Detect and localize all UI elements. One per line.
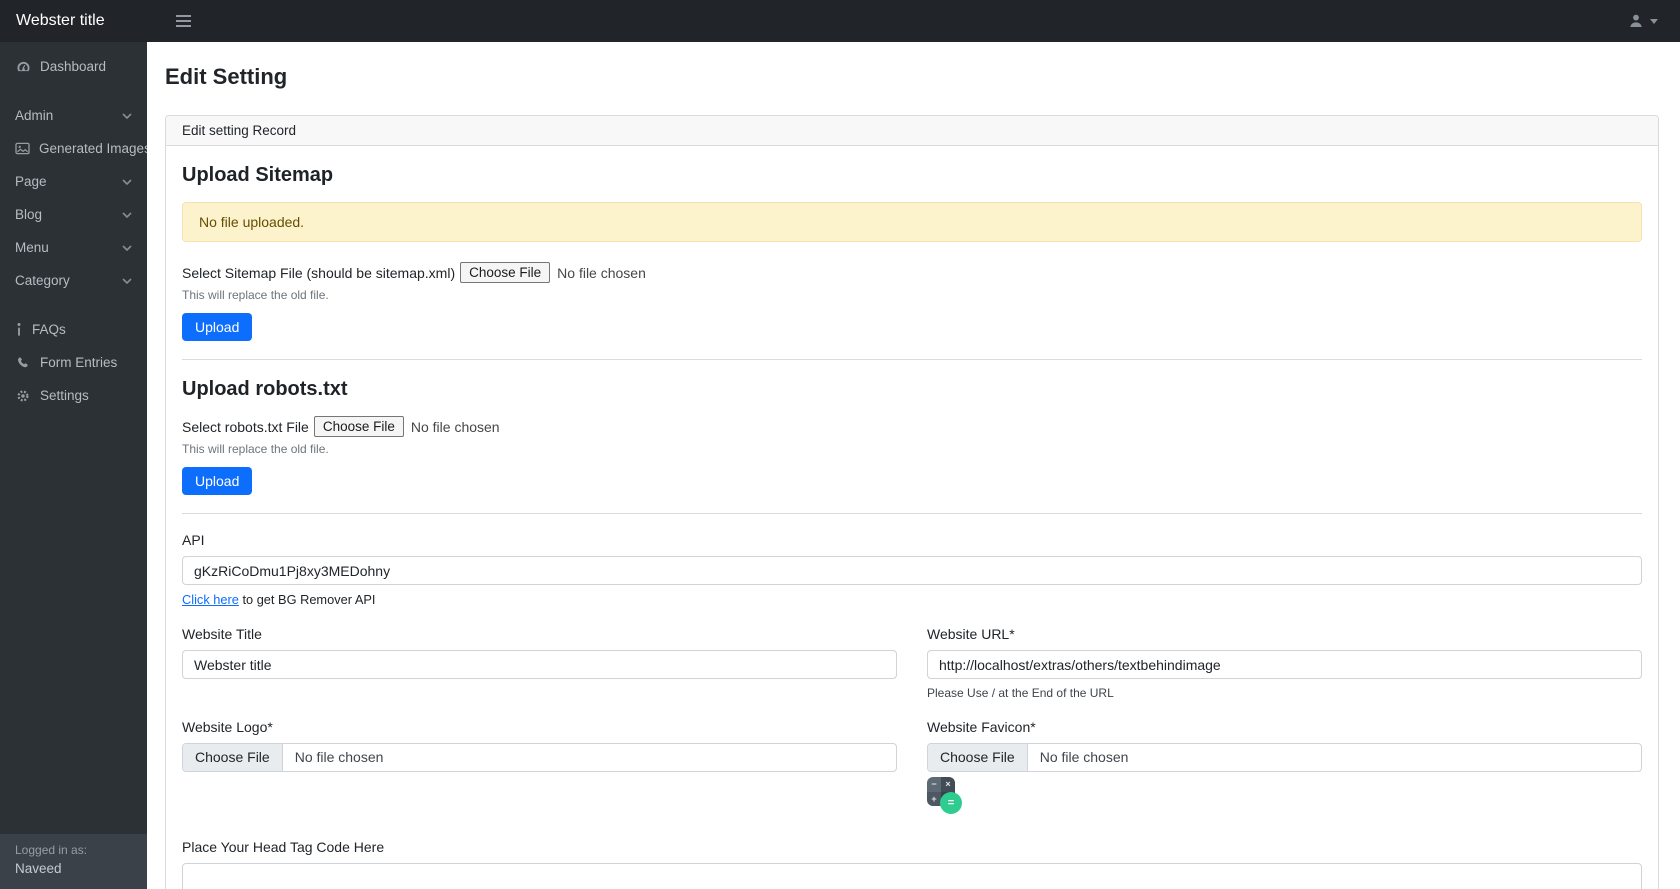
no-file-alert: No file uploaded. bbox=[182, 202, 1642, 242]
card-header: Edit setting Record bbox=[166, 116, 1658, 146]
file-chosen-status: No file chosen bbox=[1028, 744, 1141, 771]
choose-file-button[interactable]: Choose File bbox=[314, 416, 404, 437]
sidebar-item-label: Admin bbox=[15, 108, 53, 123]
website-logo-file-input[interactable]: Choose File No file chosen bbox=[182, 743, 897, 772]
website-title-label: Website Title bbox=[182, 626, 897, 642]
robots-upload-button[interactable]: Upload bbox=[182, 467, 252, 495]
sidebar-item-dashboard[interactable]: Dashboard bbox=[0, 50, 147, 83]
choose-file-button[interactable]: Choose File bbox=[928, 744, 1028, 771]
sidebar-item-label: Settings bbox=[40, 388, 89, 403]
brand-title[interactable]: Webster title bbox=[0, 12, 147, 30]
section-divider bbox=[182, 359, 1642, 360]
robots-file-label: Select robots.txt File bbox=[182, 419, 309, 435]
sidebar-item-blog[interactable]: Blog bbox=[0, 198, 147, 231]
sidebar-item-menu[interactable]: Menu bbox=[0, 231, 147, 264]
calculator-favicon-thumbnail: − × + = bbox=[927, 777, 963, 815]
bg-remover-api-link[interactable]: Click here bbox=[182, 592, 239, 607]
sidebar-item-generated-images[interactable]: Generated Images bbox=[0, 132, 147, 165]
api-input[interactable] bbox=[182, 556, 1642, 585]
sidebar: Dashboard Admin Generated Images Page bbox=[0, 42, 147, 889]
sidebar-nav: Dashboard Admin Generated Images Page bbox=[0, 42, 147, 834]
sidebar-item-admin[interactable]: Admin bbox=[0, 99, 147, 132]
sidebar-item-form-entries[interactable]: Form Entries bbox=[0, 346, 147, 379]
api-link-suffix: to get BG Remover API bbox=[239, 592, 376, 607]
choose-file-button[interactable]: Choose File bbox=[183, 744, 283, 771]
upload-robots-heading: Upload robots.txt bbox=[182, 378, 1642, 401]
sidebar-item-page[interactable]: Page bbox=[0, 165, 147, 198]
sidebar-item-label: Category bbox=[15, 273, 70, 288]
choose-file-button[interactable]: Choose File bbox=[460, 262, 550, 283]
website-favicon-file-input[interactable]: Choose File No file chosen bbox=[927, 743, 1642, 772]
person-icon bbox=[1628, 13, 1644, 29]
file-chosen-status: No file chosen bbox=[411, 419, 500, 435]
chevron-down-icon bbox=[122, 113, 132, 119]
sidebar-item-label: FAQs bbox=[32, 322, 66, 337]
head-tag-label: Place Your Head Tag Code Here bbox=[182, 839, 1642, 855]
sidebar-item-label: Blog bbox=[15, 207, 42, 222]
sidebar-divider bbox=[0, 83, 147, 99]
sidebar-item-settings[interactable]: Settings bbox=[0, 379, 147, 412]
sidebar-item-faqs[interactable]: FAQs bbox=[0, 313, 147, 346]
user-menu[interactable] bbox=[1628, 13, 1658, 29]
sidebar-item-category[interactable]: Category bbox=[0, 264, 147, 297]
menu-icon[interactable] bbox=[176, 15, 191, 27]
website-favicon-label: Website Favicon* bbox=[927, 719, 1642, 735]
sitemap-file-input[interactable]: Choose File No file chosen bbox=[460, 262, 646, 283]
favicon-equals-badge: = bbox=[940, 792, 962, 814]
head-tag-textarea[interactable] bbox=[182, 863, 1642, 889]
speedometer-icon bbox=[15, 60, 31, 73]
image-icon bbox=[15, 142, 30, 155]
page-title: Edit Setting bbox=[165, 64, 1659, 90]
file-chosen-status: No file chosen bbox=[283, 744, 396, 771]
caret-down-icon bbox=[1650, 19, 1658, 24]
main-content: Edit Setting Edit setting Record Upload … bbox=[147, 42, 1680, 889]
website-title-input[interactable] bbox=[182, 650, 897, 679]
logged-in-user: Naveed bbox=[15, 861, 132, 876]
website-url-input[interactable] bbox=[927, 650, 1642, 679]
api-label: API bbox=[182, 532, 1642, 548]
sidebar-item-label: Page bbox=[15, 174, 47, 189]
robots-file-input[interactable]: Choose File No file chosen bbox=[314, 416, 500, 437]
sidebar-item-label: Generated Images bbox=[39, 141, 151, 156]
robots-replace-note: This will replace the old file. bbox=[182, 442, 1642, 456]
chevron-down-icon bbox=[122, 245, 132, 251]
sidebar-item-label: Menu bbox=[15, 240, 49, 255]
sidebar-item-label: Form Entries bbox=[40, 355, 117, 370]
file-chosen-status: No file chosen bbox=[557, 265, 646, 281]
website-url-note: Please Use / at the End of the URL bbox=[927, 686, 1642, 700]
sidebar-item-label: Dashboard bbox=[40, 59, 106, 74]
topbar: Webster title bbox=[0, 0, 1680, 42]
sitemap-upload-button[interactable]: Upload bbox=[182, 313, 252, 341]
upload-sitemap-heading: Upload Sitemap bbox=[182, 164, 1642, 187]
chevron-down-icon bbox=[122, 212, 132, 218]
sidebar-divider bbox=[0, 297, 147, 313]
logged-in-label: Logged in as: bbox=[15, 843, 132, 857]
sidebar-footer: Logged in as: Naveed bbox=[0, 834, 147, 889]
sitemap-replace-note: This will replace the old file. bbox=[182, 288, 1642, 302]
info-icon bbox=[15, 323, 23, 336]
phone-icon bbox=[15, 356, 31, 369]
gear-icon bbox=[15, 389, 31, 403]
chevron-down-icon bbox=[122, 179, 132, 185]
sitemap-file-label: Select Sitemap File (should be sitemap.x… bbox=[182, 265, 455, 281]
website-logo-label: Website Logo* bbox=[182, 719, 897, 735]
website-url-label: Website URL* bbox=[927, 626, 1642, 642]
edit-setting-card: Edit setting Record Upload Sitemap No fi… bbox=[165, 115, 1659, 889]
section-divider bbox=[182, 513, 1642, 514]
chevron-down-icon bbox=[122, 278, 132, 284]
